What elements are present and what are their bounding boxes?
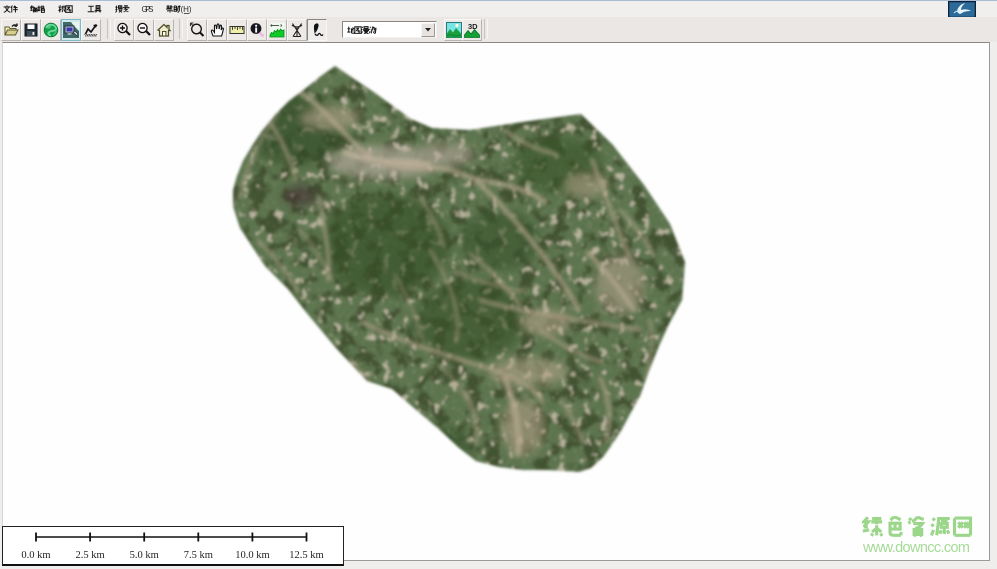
svg-text:12.5 km: 12.5 km (289, 550, 323, 561)
svg-text:5.0 km: 5.0 km (130, 550, 159, 561)
svg-text:2.5 km: 2.5 km (76, 550, 105, 561)
svg-text:7.5 km: 7.5 km (184, 550, 213, 561)
svg-text:www.downcc.com: www.downcc.com (862, 540, 970, 556)
svg-text:0.0 km: 0.0 km (21, 550, 50, 561)
svg-text:10.0 km: 10.0 km (235, 550, 269, 561)
